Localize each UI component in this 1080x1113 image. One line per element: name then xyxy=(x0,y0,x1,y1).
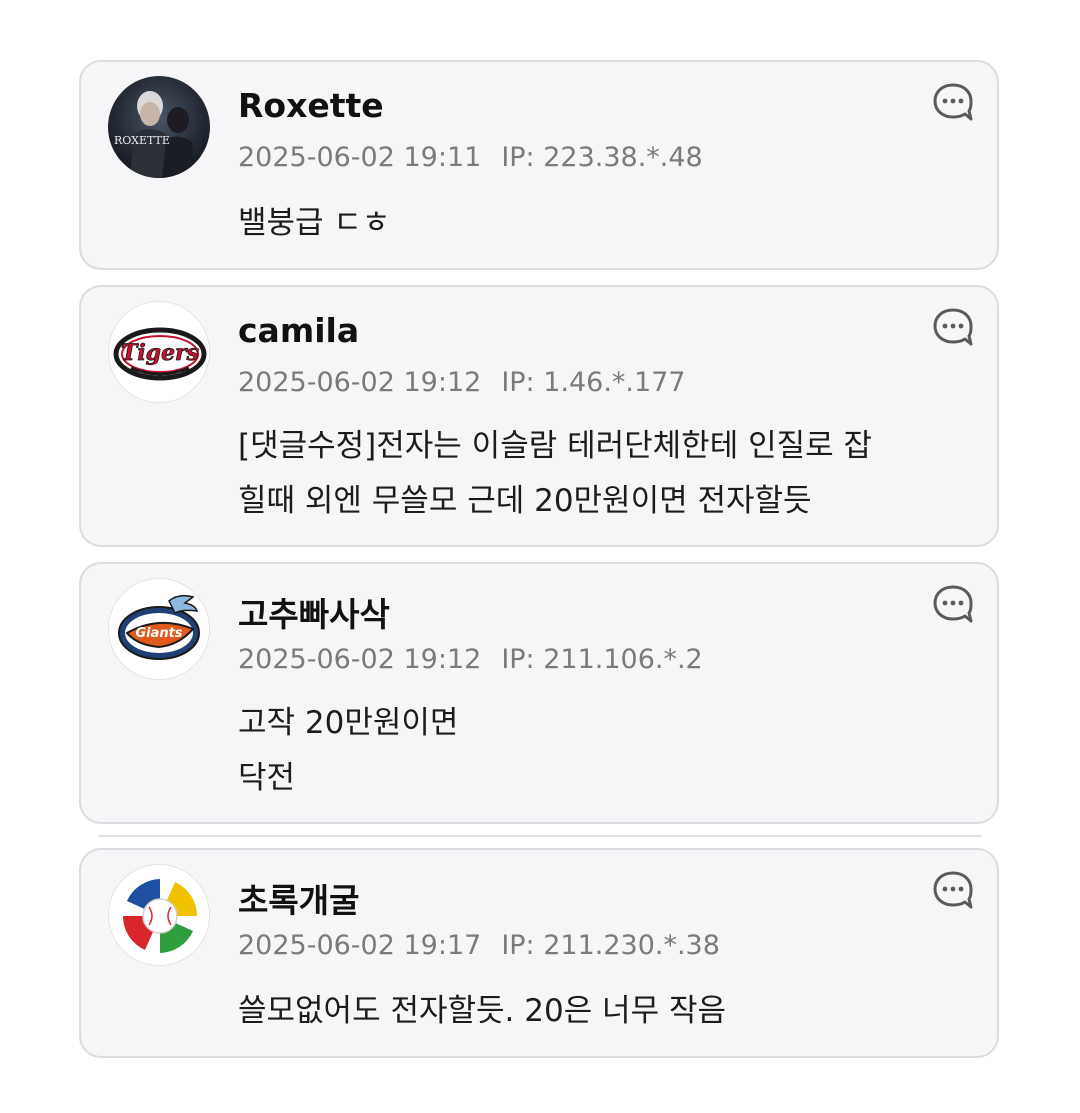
comment-meta: 2025-06-02 19:12 IP: 1.46.*.177 xyxy=(238,367,686,398)
comment-ip: IP: 211.106.*.2 xyxy=(501,644,703,675)
roxette-album-avatar-image: ROXETTE xyxy=(108,76,210,178)
comment-datetime: 2025-06-02 19:17 xyxy=(238,930,482,961)
comment-datetime: 2025-06-02 19:12 xyxy=(238,367,482,398)
roxette-album-avatar[interactable]: ROXETTE xyxy=(108,76,210,178)
comment-bubble-icon[interactable] xyxy=(931,582,975,626)
giants-logo-avatar[interactable]: Giants xyxy=(108,578,210,680)
comment-datetime: 2025-06-02 19:11 xyxy=(238,142,482,173)
comment-bubble-icon[interactable] xyxy=(931,868,975,912)
comment-text: 밸붕급 ㄷㅎ xyxy=(238,205,391,241)
comment-bubble-icon[interactable] xyxy=(931,305,975,349)
tigers-logo-image: Tigers xyxy=(109,302,209,402)
comment-text: [댓글수정]전자는 이슬람 테러단체한테 인질로 잡 힐때 외엔 무쓸모 근데 … xyxy=(238,428,873,519)
comment-card: ROXETTE Roxette 2025-06-02 19:11 IP: 223.… xyxy=(79,60,999,270)
comment-bubble-icon[interactable] xyxy=(931,80,975,124)
tigers-logo-avatar[interactable]: Tigers xyxy=(108,301,210,403)
wbc-logo-avatar[interactable] xyxy=(108,864,210,966)
comment-card: Tigers camila 2025-06-02 19:12 IP: 1.46.*… xyxy=(79,285,999,547)
tigers-logo-label: Tigers xyxy=(121,340,199,366)
comment-nickname[interactable]: 고추빠사삭 xyxy=(238,588,390,636)
comment-nickname[interactable]: Roxette xyxy=(238,86,384,125)
giants-logo-image: Giants xyxy=(109,579,209,679)
comment-meta: 2025-06-02 19:17 IP: 211.230.*.38 xyxy=(238,930,720,961)
roxette-avatar-label: ROXETTE xyxy=(114,134,170,147)
giants-logo-label: Giants xyxy=(135,626,182,641)
comment-card: 초록개굴 2025-06-02 19:17 IP: 211.230.*.38 쓸모… xyxy=(79,848,999,1058)
wbc-logo-image xyxy=(109,865,209,965)
comment-ip: IP: 211.230.*.38 xyxy=(501,930,720,961)
comment-card: Giants 고추빠사삭 2025-06-02 19:12 IP: 211.106… xyxy=(79,562,999,824)
comment-nickname[interactable]: camila xyxy=(238,311,359,350)
comment-meta: 2025-06-02 19:11 IP: 223.38.*.48 xyxy=(238,142,703,173)
comment-feed: ROXETTE Roxette 2025-06-02 19:11 IP: 223.… xyxy=(0,0,1080,1113)
comment-nickname[interactable]: 초록개굴 xyxy=(238,874,359,922)
comment-meta: 2025-06-02 19:12 IP: 211.106.*.2 xyxy=(238,644,703,675)
comment-ip: IP: 1.46.*.177 xyxy=(501,367,686,398)
comment-text: 고작 20만원이면 닥전 xyxy=(238,705,459,796)
section-divider xyxy=(98,835,982,837)
comment-ip: IP: 223.38.*.48 xyxy=(501,142,703,173)
comment-text: 쓸모없어도 전자할듯. 20은 너무 작음 xyxy=(238,993,726,1029)
comment-datetime: 2025-06-02 19:12 xyxy=(238,644,482,675)
